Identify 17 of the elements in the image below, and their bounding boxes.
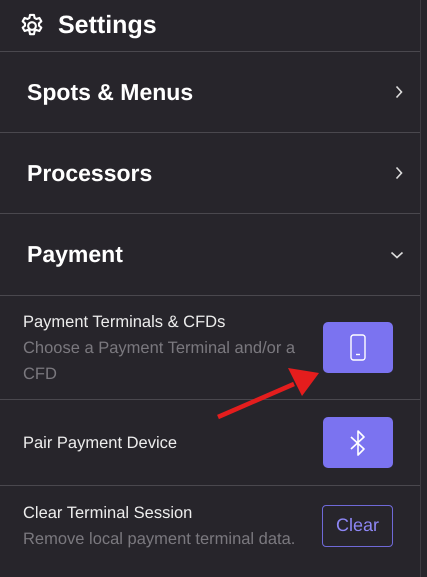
chevron-right-icon <box>394 85 404 99</box>
setting-description: Choose a Payment Terminal and/or a CFD <box>23 338 296 384</box>
section-header[interactable]: Payment <box>0 214 420 295</box>
section-header[interactable]: Processors <box>0 133 420 214</box>
phone-icon <box>350 334 366 361</box>
chevron-right-icon <box>394 166 404 180</box>
section-header[interactable]: Spots & Menus <box>0 52 420 133</box>
bluetooth-icon <box>349 428 367 456</box>
setting-label: Clear Terminal Session <box>23 502 194 524</box>
terminal-button[interactable] <box>323 322 393 373</box>
setting-label: Pair Payment Device <box>23 432 178 454</box>
bluetooth-button[interactable] <box>323 417 393 468</box>
setting-label: Payment Terminals & CFDs <box>23 312 226 332</box>
page-title: Settings <box>58 10 157 41</box>
chevron-down-icon <box>390 250 404 260</box>
clear-button[interactable]: Clear <box>322 504 393 546</box>
setting-description: Remove local payment terminal data. <box>23 528 296 550</box>
